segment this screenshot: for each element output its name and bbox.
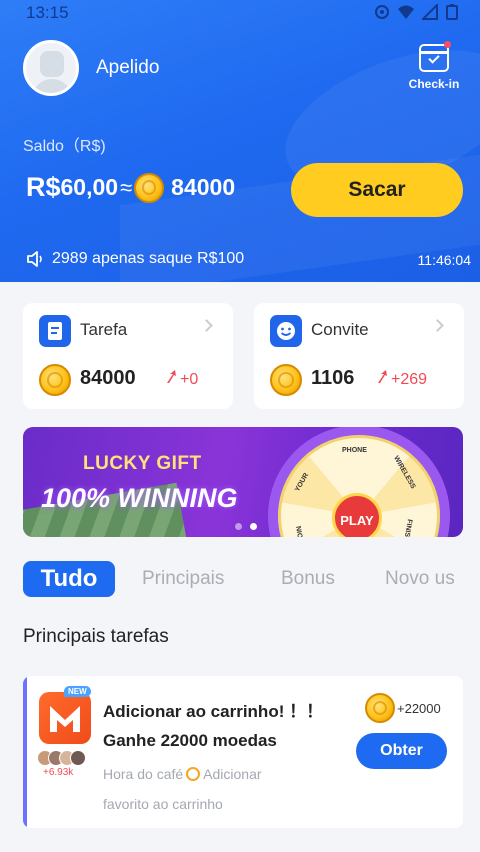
notice-bar: 2989 apenas saque R$100 <box>26 250 244 268</box>
tab-bonus[interactable]: Bonus <box>281 561 335 597</box>
wheel-label: FINISH <box>402 518 413 537</box>
play-button[interactable]: PLAY <box>332 493 382 537</box>
coin-icon <box>39 364 71 396</box>
task-reward: +22000 <box>397 701 441 716</box>
wheel-label: YOUR <box>294 471 311 494</box>
invite-card-delta: +269 <box>376 370 427 389</box>
status-icons <box>374 2 462 20</box>
speaker-icon <box>27 251 42 267</box>
status-time: 13:15 <box>26 3 69 22</box>
wheel-label: WIRELESS <box>392 454 417 491</box>
avatar[interactable] <box>23 40 79 96</box>
signal-icon <box>420 2 438 20</box>
balance-amount: 60,00 <box>60 174 119 200</box>
trend-up-icon <box>378 370 387 383</box>
approx-sign: ≈ <box>120 174 133 200</box>
carousel-dot-active[interactable] <box>250 523 257 530</box>
withdraw-button[interactable]: Sacar <box>291 163 463 217</box>
check-in-label: Check-in <box>408 77 460 91</box>
status-bar: 13:15 <box>0 0 480 26</box>
new-badge: NEW <box>64 686 91 697</box>
banner-subtitle: 100% WINNING <box>41 483 238 513</box>
nickname[interactable]: Apelido <box>96 57 159 79</box>
task-title: Adicionar ao carrinho! ！！ <box>103 702 324 721</box>
task-card-title: Tarefa <box>80 320 128 339</box>
tab-principais[interactable]: Principais <box>142 561 224 597</box>
task-item[interactable]: NEW +6.93k Adicionar ao carrinho! ！！ Gan… <box>23 676 463 828</box>
trend-up-icon <box>167 370 176 383</box>
task-icon <box>39 315 71 347</box>
section-title: Principais tarefas <box>23 626 169 647</box>
notice-time: 11:46:04 <box>417 252 471 268</box>
wifi-icon <box>398 4 414 20</box>
banner-title: LUCKY GIFT <box>83 453 202 474</box>
calendar-check-icon <box>419 41 451 72</box>
clock-icon <box>186 767 201 781</box>
invite-card-value: 1106 <box>311 367 355 389</box>
task-card-value: 84000 <box>80 367 136 389</box>
currency-symbol: R$ <box>26 172 61 202</box>
task-description: Hora do café Adicionar favorito ao carrin… <box>103 766 262 812</box>
wheel-label: COIN <box>295 525 306 537</box>
tab-novo-usuario[interactable]: Novo us <box>385 561 455 597</box>
tab-tudo[interactable]: Tudo <box>23 561 115 597</box>
coin-balance: 84000 <box>171 174 236 200</box>
chevron-right-icon <box>200 319 213 332</box>
carousel-dot[interactable] <box>235 523 242 530</box>
location-icon <box>374 4 390 20</box>
task-subtitle: Ganhe 22000 moedas <box>103 731 277 750</box>
invite-card-title: Convite <box>311 320 369 339</box>
coin-icon <box>365 693 395 723</box>
header-panel: 13:15 Apelido Check-in Saldo（R$) R$ 60,0… <box>0 0 480 282</box>
notice-text: 2989 apenas saque R$100 <box>52 250 245 267</box>
balance-display: R$ 60,00 ≈ 84000 <box>26 172 235 203</box>
smile-icon <box>270 315 302 347</box>
wheel-label: PHONE <box>342 447 367 454</box>
carousel-indicator <box>235 523 257 530</box>
notification-dot <box>444 41 451 48</box>
user-avatars <box>37 750 86 766</box>
app-logo-icon <box>39 692 91 744</box>
user-count: +6.93k <box>43 767 74 778</box>
invite-card[interactable]: Convite 1106 +269 <box>254 303 464 409</box>
get-task-button[interactable]: Obter <box>356 733 447 769</box>
check-in-button[interactable]: Check-in <box>404 41 464 91</box>
task-card[interactable]: Tarefa 84000 +0 <box>23 303 233 409</box>
coin-icon <box>270 364 302 396</box>
chevron-right-icon <box>431 319 444 332</box>
task-accent-bar <box>23 676 27 828</box>
coin-icon <box>134 172 165 203</box>
balance-label: Saldo（R$) <box>23 138 106 155</box>
task-card-delta: +0 <box>165 370 198 389</box>
battery-icon <box>446 4 462 20</box>
prize-wheel[interactable]: PHONE WIRELESS FINISH YOUR COIN PLAY <box>268 427 450 537</box>
lucky-gift-banner[interactable]: LUCKY GIFT 100% WINNING PHONE WIRELESS F… <box>23 427 463 537</box>
